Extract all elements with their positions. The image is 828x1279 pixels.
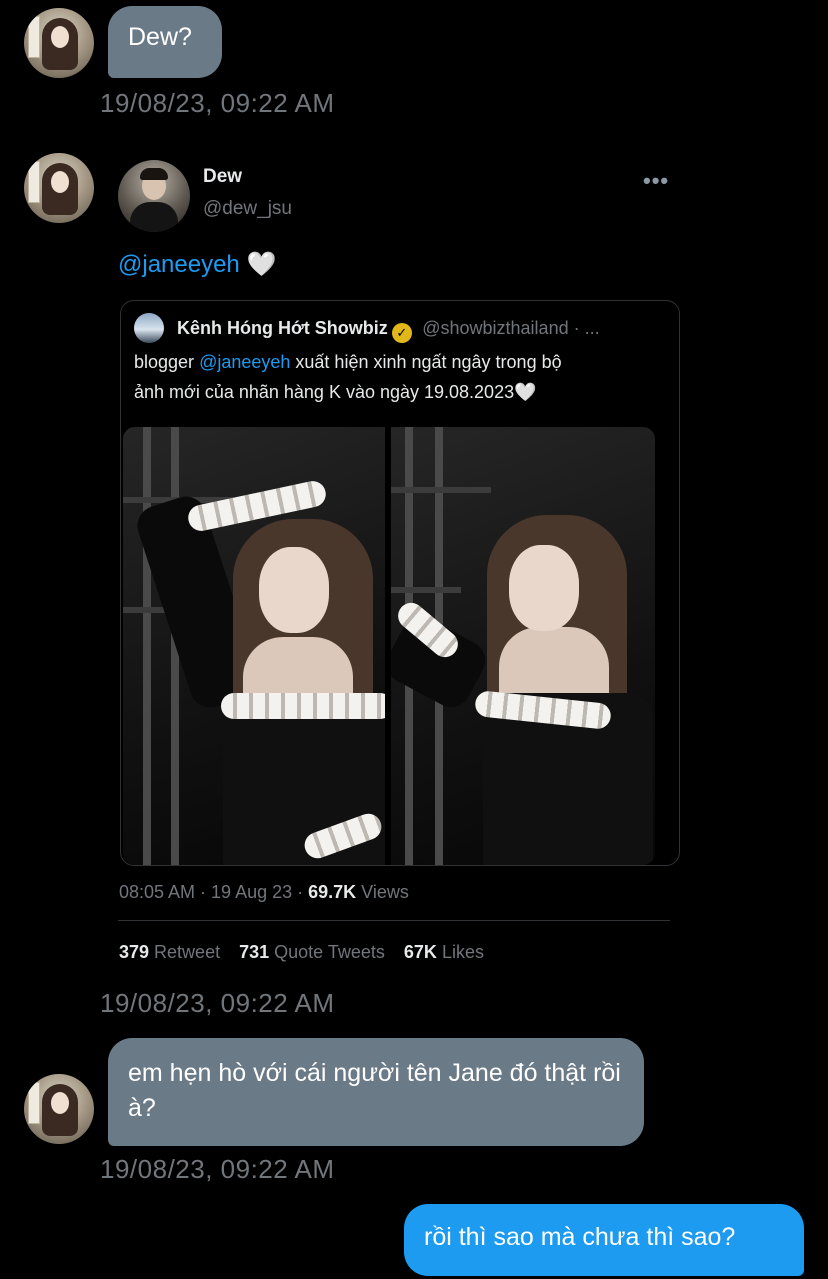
tweet-photo[interactable] — [391, 427, 655, 865]
quoted-text-part: xuất hiện xinh ngất ngây trong bộ — [290, 352, 562, 372]
mention-link[interactable]: @janeeyeh — [118, 251, 240, 278]
quoted-tweet-text: blogger @janeeyeh xuất hiện xinh ngất ng… — [134, 347, 669, 407]
divider — [118, 920, 670, 921]
quoted-text-line: ảnh mới của nhãn hàng K vào ngày 19.08.2… — [134, 382, 537, 402]
retweets-stat[interactable]: 379 Retweet — [119, 942, 220, 962]
quoted-author-avatar[interactable] — [134, 313, 164, 343]
message-bubble-incoming[interactable]: em hẹn hò với cái người tên Jane đó thật… — [108, 1038, 644, 1146]
quoted-author-handle[interactable]: @showbizthailand · ... — [422, 318, 599, 338]
tweet-time: 08:05 AM · 19 Aug 23 · — [119, 882, 309, 902]
quoted-author-name[interactable]: Kênh Hóng Hớt Showbiz — [177, 318, 388, 338]
retweets-label: Retweet — [149, 942, 221, 962]
contact-avatar[interactable] — [24, 153, 94, 223]
heart-icon: 🤍 — [246, 251, 277, 278]
likes-label: Likes — [436, 942, 484, 962]
shared-tweet-card[interactable]: Dew @dew_jsu ••• @janeeyeh 🤍 Kênh Hóng H… — [100, 150, 680, 980]
tweet-photo[interactable] — [123, 427, 385, 865]
more-dots-icon[interactable]: ••• — [643, 168, 669, 194]
likes-stat[interactable]: 67K Likes — [404, 942, 484, 962]
message-timestamp: 19/08/23, 09:22 AM — [100, 1154, 335, 1184]
tweet-stats: 379 Retweet 731 Quote Tweets 67K Likes — [119, 942, 484, 963]
message-timestamp: 19/08/23, 09:22 AM — [100, 88, 335, 118]
tweet-author-avatar[interactable] — [118, 160, 190, 232]
message-bubble-incoming[interactable]: Dew? — [108, 6, 222, 78]
quotes-stat[interactable]: 731 Quote Tweets — [239, 942, 385, 962]
retweets-count: 379 — [119, 942, 150, 962]
views-label: Views — [356, 882, 409, 902]
tweet-text: @janeeyeh 🤍 — [118, 250, 276, 279]
message-text: rồi thì sao mà chưa thì sao? — [424, 1223, 736, 1251]
tweet-meta: 08:05 AM · 19 Aug 23 · 69.7K Views — [119, 882, 409, 903]
quoted-mention-link[interactable]: @janeeyeh — [199, 352, 290, 372]
views-count: 69.7K — [308, 882, 357, 902]
likes-count: 67K — [403, 942, 437, 962]
quotes-count: 731 — [239, 942, 270, 962]
message-text: Dew? — [128, 23, 192, 51]
quotes-label: Quote Tweets — [269, 942, 385, 962]
tweet-author-handle[interactable]: @dew_jsu — [203, 198, 292, 220]
verified-badge-icon: ✓ — [391, 323, 412, 343]
message-timestamp: 19/08/23, 09:22 AM — [100, 988, 335, 1018]
contact-avatar[interactable] — [24, 1074, 94, 1144]
quoted-author-line: Kênh Hóng Hớt Showbiz ✓ @showbizthailand … — [177, 318, 600, 343]
contact-avatar[interactable] — [24, 8, 94, 78]
quoted-tweet[interactable]: Kênh Hóng Hớt Showbiz ✓ @showbizthailand … — [120, 300, 680, 866]
quoted-text-part: blogger — [134, 352, 200, 372]
message-bubble-outgoing[interactable]: rồi thì sao mà chưa thì sao? — [404, 1204, 804, 1276]
message-text: em hẹn hò với cái người tên Jane đó thật… — [128, 1059, 621, 1122]
tweet-author-name[interactable]: Dew — [203, 166, 242, 188]
